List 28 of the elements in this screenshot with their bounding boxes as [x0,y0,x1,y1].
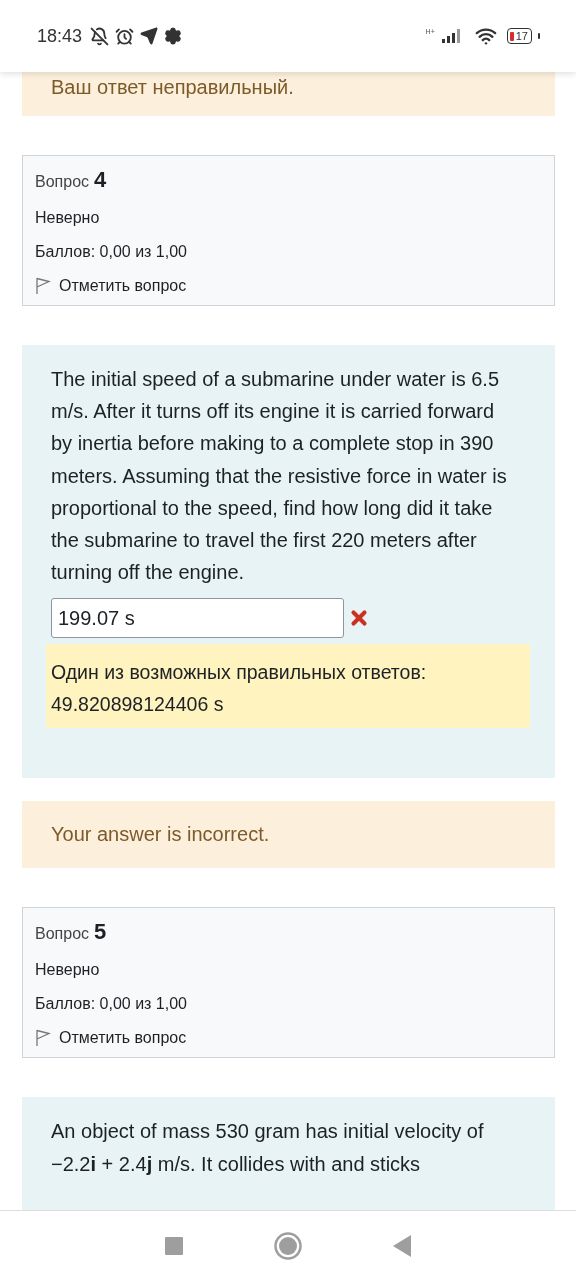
bell-off-icon [90,26,110,46]
question-text: The initial speed of a submarine under water is 6.5 m/s. After it turns off its engine it is carried forward by inertia before making to a complete stop in 390 meters. Assuming that the resistive force in water is proportional to the speed, find how long did it take the submarine to travel the first 220 meters after turning off the engine. [51,367,508,586]
question-state: Неверно [35,209,101,227]
question-grade: Баллов: 0,00 из 1,00 [35,995,188,1014]
question-number: 5 [94,919,107,946]
alarm-clock-icon [115,26,135,46]
question-label: Вопрос [35,173,90,191]
question-label: Вопрос [35,925,90,944]
back-button[interactable] [392,1234,411,1257]
signal-icon [440,29,463,43]
flag-icon [35,277,51,295]
flag-question-link[interactable]: Отметить вопрос [35,1029,187,1048]
question-grade: Баллов: 0,00 из 1,00 [35,243,188,261]
question-text: An object of mass 530 gram has initial velocity of −2.2i + 2.4j m/s. It collides with and sticks [51,1119,485,1177]
question-state: Неверно [35,961,101,980]
gear-icon [164,27,183,45]
question-number: 4 [94,167,107,193]
home-button[interactable] [274,1231,302,1260]
right-answer: Один из возможных правильных ответов: 49.820898124406 s [46,644,530,729]
wifi-icon [474,25,497,47]
flag-icon [35,1029,51,1048]
battery-level-text: 17 [515,30,528,42]
feedback-text: Your answer is incorrect. [22,801,555,869]
answer-field[interactable]: 199.07 s [51,598,344,639]
paper-plane-icon [140,27,159,45]
flag-question-link[interactable]: Отметить вопрос [35,277,187,295]
recents-button[interactable] [165,1236,184,1255]
clock-time: 18:43 [37,25,83,47]
